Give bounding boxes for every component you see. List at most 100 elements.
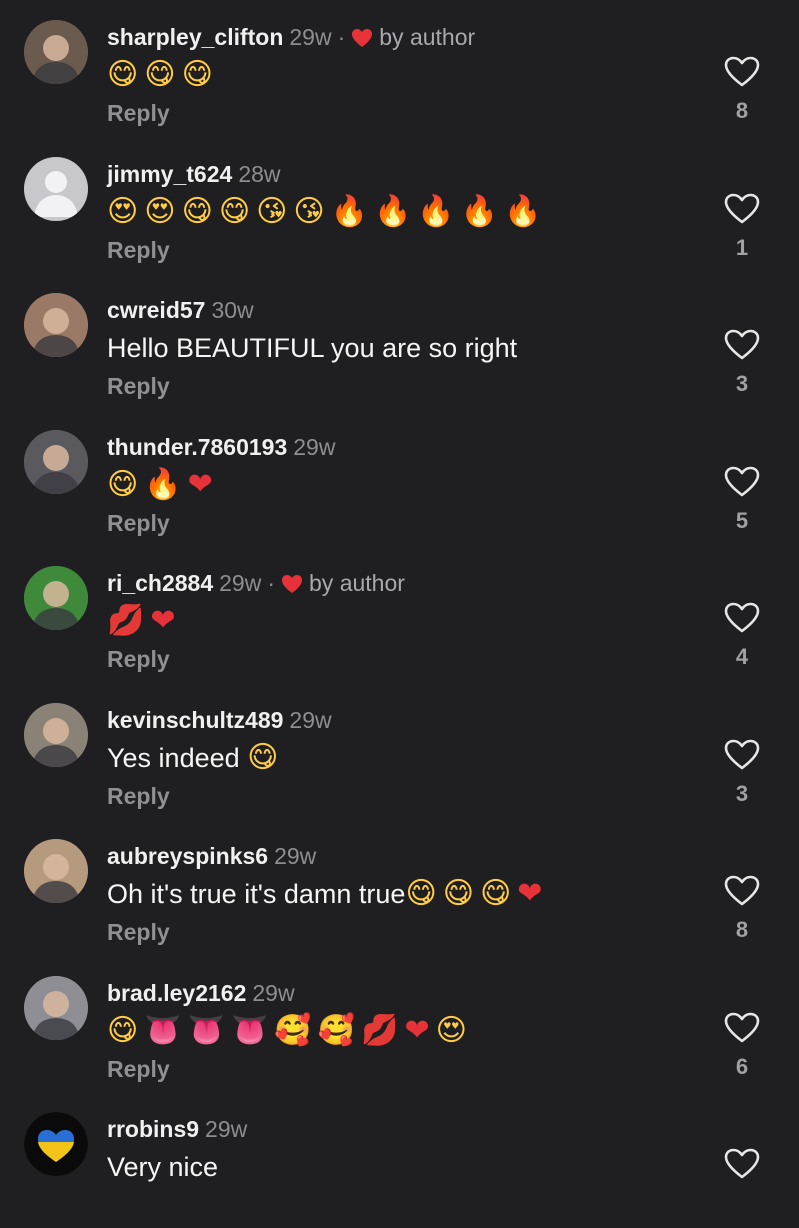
- separator-dot: ·: [267, 570, 276, 596]
- fire-emoji: 🔥: [504, 193, 542, 229]
- heart-outline-icon[interactable]: [722, 739, 762, 771]
- heart-on-fire-emoji: ❤: [404, 1012, 430, 1048]
- comment-meta: rrobins9 29w: [107, 1114, 247, 1144]
- red-heart-emoji: ❤: [187, 466, 213, 502]
- liked-by-author-label: by author: [309, 570, 405, 596]
- comment-meta: cwreid57 30w: [107, 295, 254, 325]
- username-link[interactable]: aubreyspinks6: [107, 843, 268, 869]
- reply-button[interactable]: Reply: [107, 783, 170, 810]
- comment-text: 😍 😍 😋 😋 😘 😘 🔥 🔥 🔥 🔥 🔥: [107, 192, 547, 232]
- smiling-hearts-emoji: 🥰: [317, 1012, 356, 1048]
- yum-emoji: 😋: [144, 57, 176, 92]
- comment-text: Oh it's true it's damn true😋 😋 😋 ❤: [107, 874, 548, 914]
- reply-button[interactable]: Reply: [107, 1056, 170, 1083]
- like-count: 3: [735, 371, 749, 396]
- tongue-emoji: 👅: [144, 1012, 182, 1048]
- tongue-emoji: 👅: [231, 1012, 269, 1048]
- fire-emoji: 🔥: [144, 466, 182, 502]
- avatar[interactable]: [24, 20, 88, 84]
- red-heart-emoji: ❤: [517, 876, 543, 911]
- username-link[interactable]: jimmy_t624: [107, 161, 232, 187]
- avatar[interactable]: [24, 702, 88, 767]
- avatar[interactable]: [24, 156, 88, 221]
- comment-text-content: Yes indeed: [107, 742, 248, 773]
- heart-outline-icon[interactable]: [722, 329, 762, 361]
- fire-emoji: 🔥: [330, 193, 369, 229]
- comment-list: sharpley_clifton 29w · by author 😋 😋 😋 Reply 8 ji…: [0, 0, 799, 1200]
- reply-button[interactable]: Reply: [107, 646, 170, 673]
- comment-text: 💋 ❤: [107, 601, 182, 641]
- like-button[interactable]: 8: [722, 56, 762, 134]
- avatar[interactable]: [24, 975, 88, 1040]
- username-link[interactable]: rrobins9: [107, 1116, 199, 1142]
- comment-text: 😋 👅 👅 👅 🥰 🥰 💋 ❤ 😍: [107, 1011, 473, 1051]
- tongue-emoji: 👅: [187, 1012, 225, 1048]
- avatar[interactable]: [24, 839, 88, 903]
- avatar[interactable]: [24, 293, 88, 357]
- like-button[interactable]: 6: [722, 1012, 762, 1090]
- comment-meta: kevinschultz489 29w: [107, 705, 332, 735]
- comment-item: thunder.7860193 29w 😋 🔥 ❤ Reply 5: [0, 410, 799, 546]
- reply-button[interactable]: Reply: [107, 919, 170, 946]
- username-link[interactable]: cwreid57: [107, 297, 205, 323]
- comment-text: Hello BEAUTIFUL you are so right: [107, 328, 517, 368]
- avatar[interactable]: [24, 566, 88, 630]
- fire-emoji: 🔥: [374, 193, 412, 229]
- reply-button[interactable]: Reply: [107, 100, 170, 127]
- comment-time: 29w: [252, 979, 295, 1006]
- heart-outline-icon[interactable]: [722, 56, 762, 88]
- avatar[interactable]: [24, 429, 88, 494]
- comment-text: 😋 🔥 ❤: [107, 465, 219, 505]
- comment-time: 29w: [289, 24, 332, 50]
- comment-time: 29w: [289, 706, 332, 733]
- author-heart-icon: [351, 24, 373, 50]
- yum-emoji: 😋: [181, 193, 213, 229]
- comment-meta: brad.ley2162 29w: [107, 978, 295, 1008]
- like-button[interactable]: 4: [722, 602, 762, 680]
- comment-time: 30w: [211, 297, 254, 323]
- heart-eyes-emoji: 😍: [435, 1012, 467, 1048]
- like-count: 6: [735, 1053, 749, 1079]
- like-button[interactable]: [722, 1148, 762, 1226]
- heart-outline-icon[interactable]: [722, 193, 762, 225]
- username-link[interactable]: sharpley_clifton: [107, 24, 283, 50]
- comment-item: brad.ley2162 29w 😋 👅 👅 👅 🥰 🥰 💋 ❤ 😍 Reply 6: [0, 956, 799, 1092]
- yum-emoji: 😋: [107, 466, 139, 502]
- comment-item: cwreid57 30w Hello BEAUTIFUL you are so ri…: [0, 273, 799, 409]
- comment-time: 29w: [274, 843, 317, 869]
- heart-outline-icon[interactable]: [722, 602, 762, 634]
- yum-emoji: 😋: [181, 57, 213, 92]
- comment-meta: jimmy_t624 28w: [107, 159, 281, 189]
- yum-emoji: 😋: [480, 876, 512, 911]
- like-count: 1: [735, 234, 749, 260]
- like-button[interactable]: 3: [722, 739, 762, 817]
- comment-item: ri_ch2884 29w · by author 💋 ❤ Reply 4: [0, 546, 799, 682]
- reply-button[interactable]: Reply: [107, 373, 170, 400]
- fire-emoji: 🔥: [417, 193, 455, 229]
- heart-outline-icon[interactable]: [722, 1012, 762, 1044]
- comment-time: 29w: [293, 433, 336, 460]
- kiss-mark-emoji: 💋: [107, 603, 145, 638]
- avatar[interactable]: [24, 1112, 88, 1176]
- like-button[interactable]: 5: [722, 466, 762, 544]
- heart-outline-icon[interactable]: [722, 875, 762, 907]
- comment-time: 29w: [219, 570, 262, 596]
- username-link[interactable]: ri_ch2884: [107, 570, 213, 596]
- yum-emoji: 😋: [405, 876, 437, 911]
- yum-emoji: 😋: [107, 1012, 139, 1048]
- username-link[interactable]: kevinschultz489: [107, 707, 283, 733]
- comment-meta: ri_ch2884 29w · by author: [107, 568, 405, 598]
- heart-outline-icon[interactable]: [722, 1148, 762, 1180]
- username-link[interactable]: brad.ley2162: [107, 980, 246, 1006]
- reply-button[interactable]: Reply: [107, 237, 170, 264]
- reply-button[interactable]: Reply: [107, 510, 170, 537]
- kiss-emoji: 😘: [256, 193, 288, 229]
- username-link[interactable]: thunder.7860193: [107, 434, 287, 460]
- heart-outline-icon[interactable]: [722, 466, 762, 498]
- like-button[interactable]: 1: [722, 193, 762, 271]
- like-button[interactable]: 3: [722, 329, 762, 407]
- like-button[interactable]: 8: [722, 875, 762, 953]
- kiss-mark-emoji: 💋: [361, 1012, 399, 1048]
- comment-text-content: Very nice: [107, 1152, 219, 1182]
- comment-text: Very nice: [107, 1147, 218, 1187]
